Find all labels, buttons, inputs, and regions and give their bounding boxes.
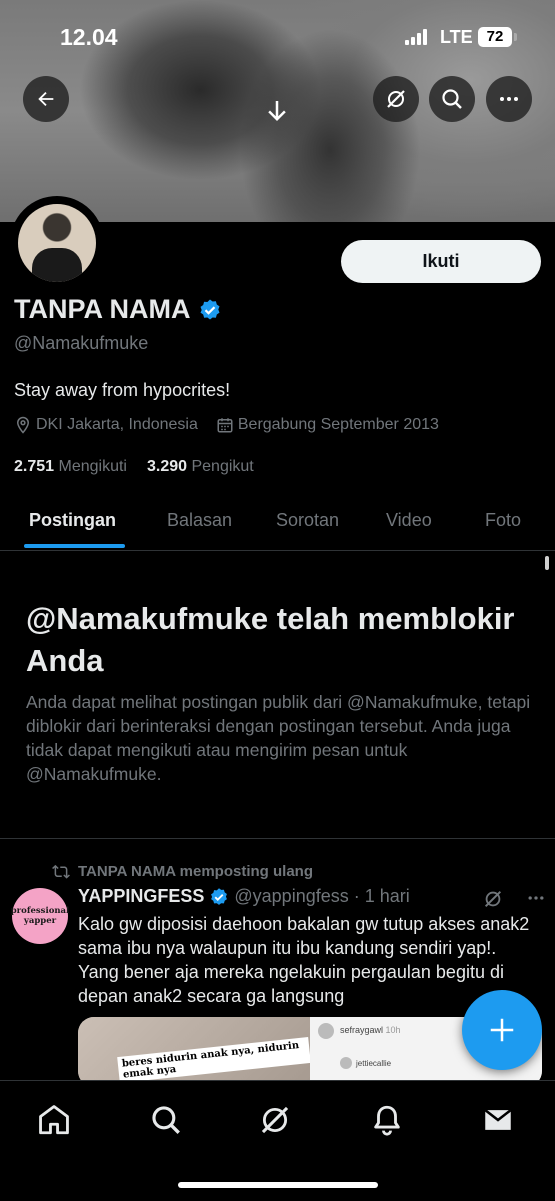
avatar-text: professional yapper <box>10 906 70 926</box>
grok-icon <box>387 90 405 108</box>
location-text: DKI Jakarta, Indonesia <box>36 416 198 433</box>
location-pin-icon <box>16 416 30 434</box>
post-time[interactable]: 1 hari <box>365 886 410 907</box>
status-bar: 12.04 LTE 72 <box>0 0 555 70</box>
avatar[interactable] <box>10 196 104 290</box>
grok-button[interactable] <box>373 76 419 122</box>
profile-name: TANPA NAMA <box>14 294 191 324</box>
messages-icon[interactable] <box>481 1103 515 1137</box>
following-count: 2.751 <box>14 458 55 475</box>
follow-button[interactable]: Ikuti <box>341 240 541 283</box>
notifications-icon[interactable] <box>370 1103 404 1137</box>
active-tab-indicator <box>24 544 125 548</box>
verified-badge-icon[interactable] <box>198 298 222 322</box>
divider <box>0 838 555 839</box>
search-icon <box>442 89 462 109</box>
post-text: Kalo gw diposisi daehoon bakalan gw tutu… <box>78 914 530 1006</box>
following-label: Mengikuti <box>58 458 127 475</box>
location-item: DKI Jakarta, Indonesia <box>14 416 198 434</box>
post-more-icon[interactable] <box>526 888 546 908</box>
followers-count: 3.290 <box>146 458 188 475</box>
home-indicator <box>178 1182 378 1188</box>
scrollbar[interactable] <box>545 556 549 570</box>
tab-video[interactable]: Video <box>386 510 432 531</box>
media-user1: sefraygawl 10h <box>340 1025 401 1035</box>
grok-icon[interactable] <box>482 888 504 910</box>
arrow-down-icon[interactable] <box>262 96 292 126</box>
avatar-image <box>18 204 96 282</box>
post-author-handle[interactable]: @yappingfess <box>234 886 348 907</box>
blocked-body: Anda dapat melihat postingan publik dari… <box>26 692 531 784</box>
post-author-name[interactable]: YAPPINGFESS <box>78 886 204 907</box>
tab-postingan[interactable]: Postingan <box>29 510 116 531</box>
profile-meta: DKI Jakarta, Indonesia Bergabung Septemb… <box>14 416 457 434</box>
media-caption: beres nidurin anak nya, nidurin emak nya <box>117 1037 311 1083</box>
profile-name-row: TANPA NAMA <box>14 294 222 325</box>
plus-icon <box>490 1018 514 1042</box>
more-icon <box>500 97 518 101</box>
post-header: YAPPINGFESS @yappingfess · 1 hari <box>78 886 410 907</box>
tab-balasan[interactable]: Balasan <box>167 510 232 531</box>
signal-icon <box>405 29 431 45</box>
home-icon[interactable] <box>37 1103 71 1137</box>
post-separator: · <box>353 886 360 906</box>
repost-indicator: TANPA NAMA memposting ulang <box>52 862 313 880</box>
network-type: LTE <box>440 27 473 47</box>
back-button[interactable] <box>23 76 69 122</box>
repost-label: TANPA NAMA memposting ulang <box>78 862 313 880</box>
profile-handle: @Namakufmuke <box>14 333 149 353</box>
search-button[interactable] <box>429 76 475 122</box>
battery-icon: 72 <box>478 27 512 47</box>
media-user2: jettiecallie <box>356 1059 392 1068</box>
search-icon[interactable] <box>149 1103 183 1137</box>
tab-sorotan[interactable]: Sorotan <box>276 510 339 531</box>
followers-label: Pengikut <box>191 458 254 475</box>
profile-stats: 2.751 Mengikuti 3.290 Pengikut <box>14 458 254 476</box>
media-image-left: beres nidurin anak nya, nidurin emak nya <box>78 1017 311 1087</box>
repost-icon <box>52 864 70 879</box>
verified-badge-icon <box>211 887 228 905</box>
followers-link[interactable]: 3.290 Pengikut <box>147 458 254 476</box>
compose-button[interactable] <box>462 990 542 1070</box>
battery-tip <box>514 33 517 41</box>
more-button[interactable] <box>486 76 532 122</box>
following-link[interactable]: 2.751 Mengikuti <box>14 458 127 476</box>
calendar-icon <box>217 418 233 433</box>
joined-text: Bergabung September 2013 <box>237 416 439 433</box>
profile-tabs: Postingan Balasan Sorotan Video Foto <box>0 498 555 551</box>
grok-icon[interactable] <box>258 1103 292 1137</box>
post-author-avatar[interactable]: professional yapper <box>10 888 70 944</box>
blocked-title: @Namakufmuke telah memblokir Anda <box>26 601 515 678</box>
status-time: 12.04 <box>60 24 118 50</box>
arrow-left-icon <box>38 91 54 107</box>
profile-bio: Stay away from hypocrites! <box>14 380 231 400</box>
joined-item: Bergabung September 2013 <box>216 416 439 434</box>
tab-foto[interactable]: Foto <box>485 510 521 531</box>
